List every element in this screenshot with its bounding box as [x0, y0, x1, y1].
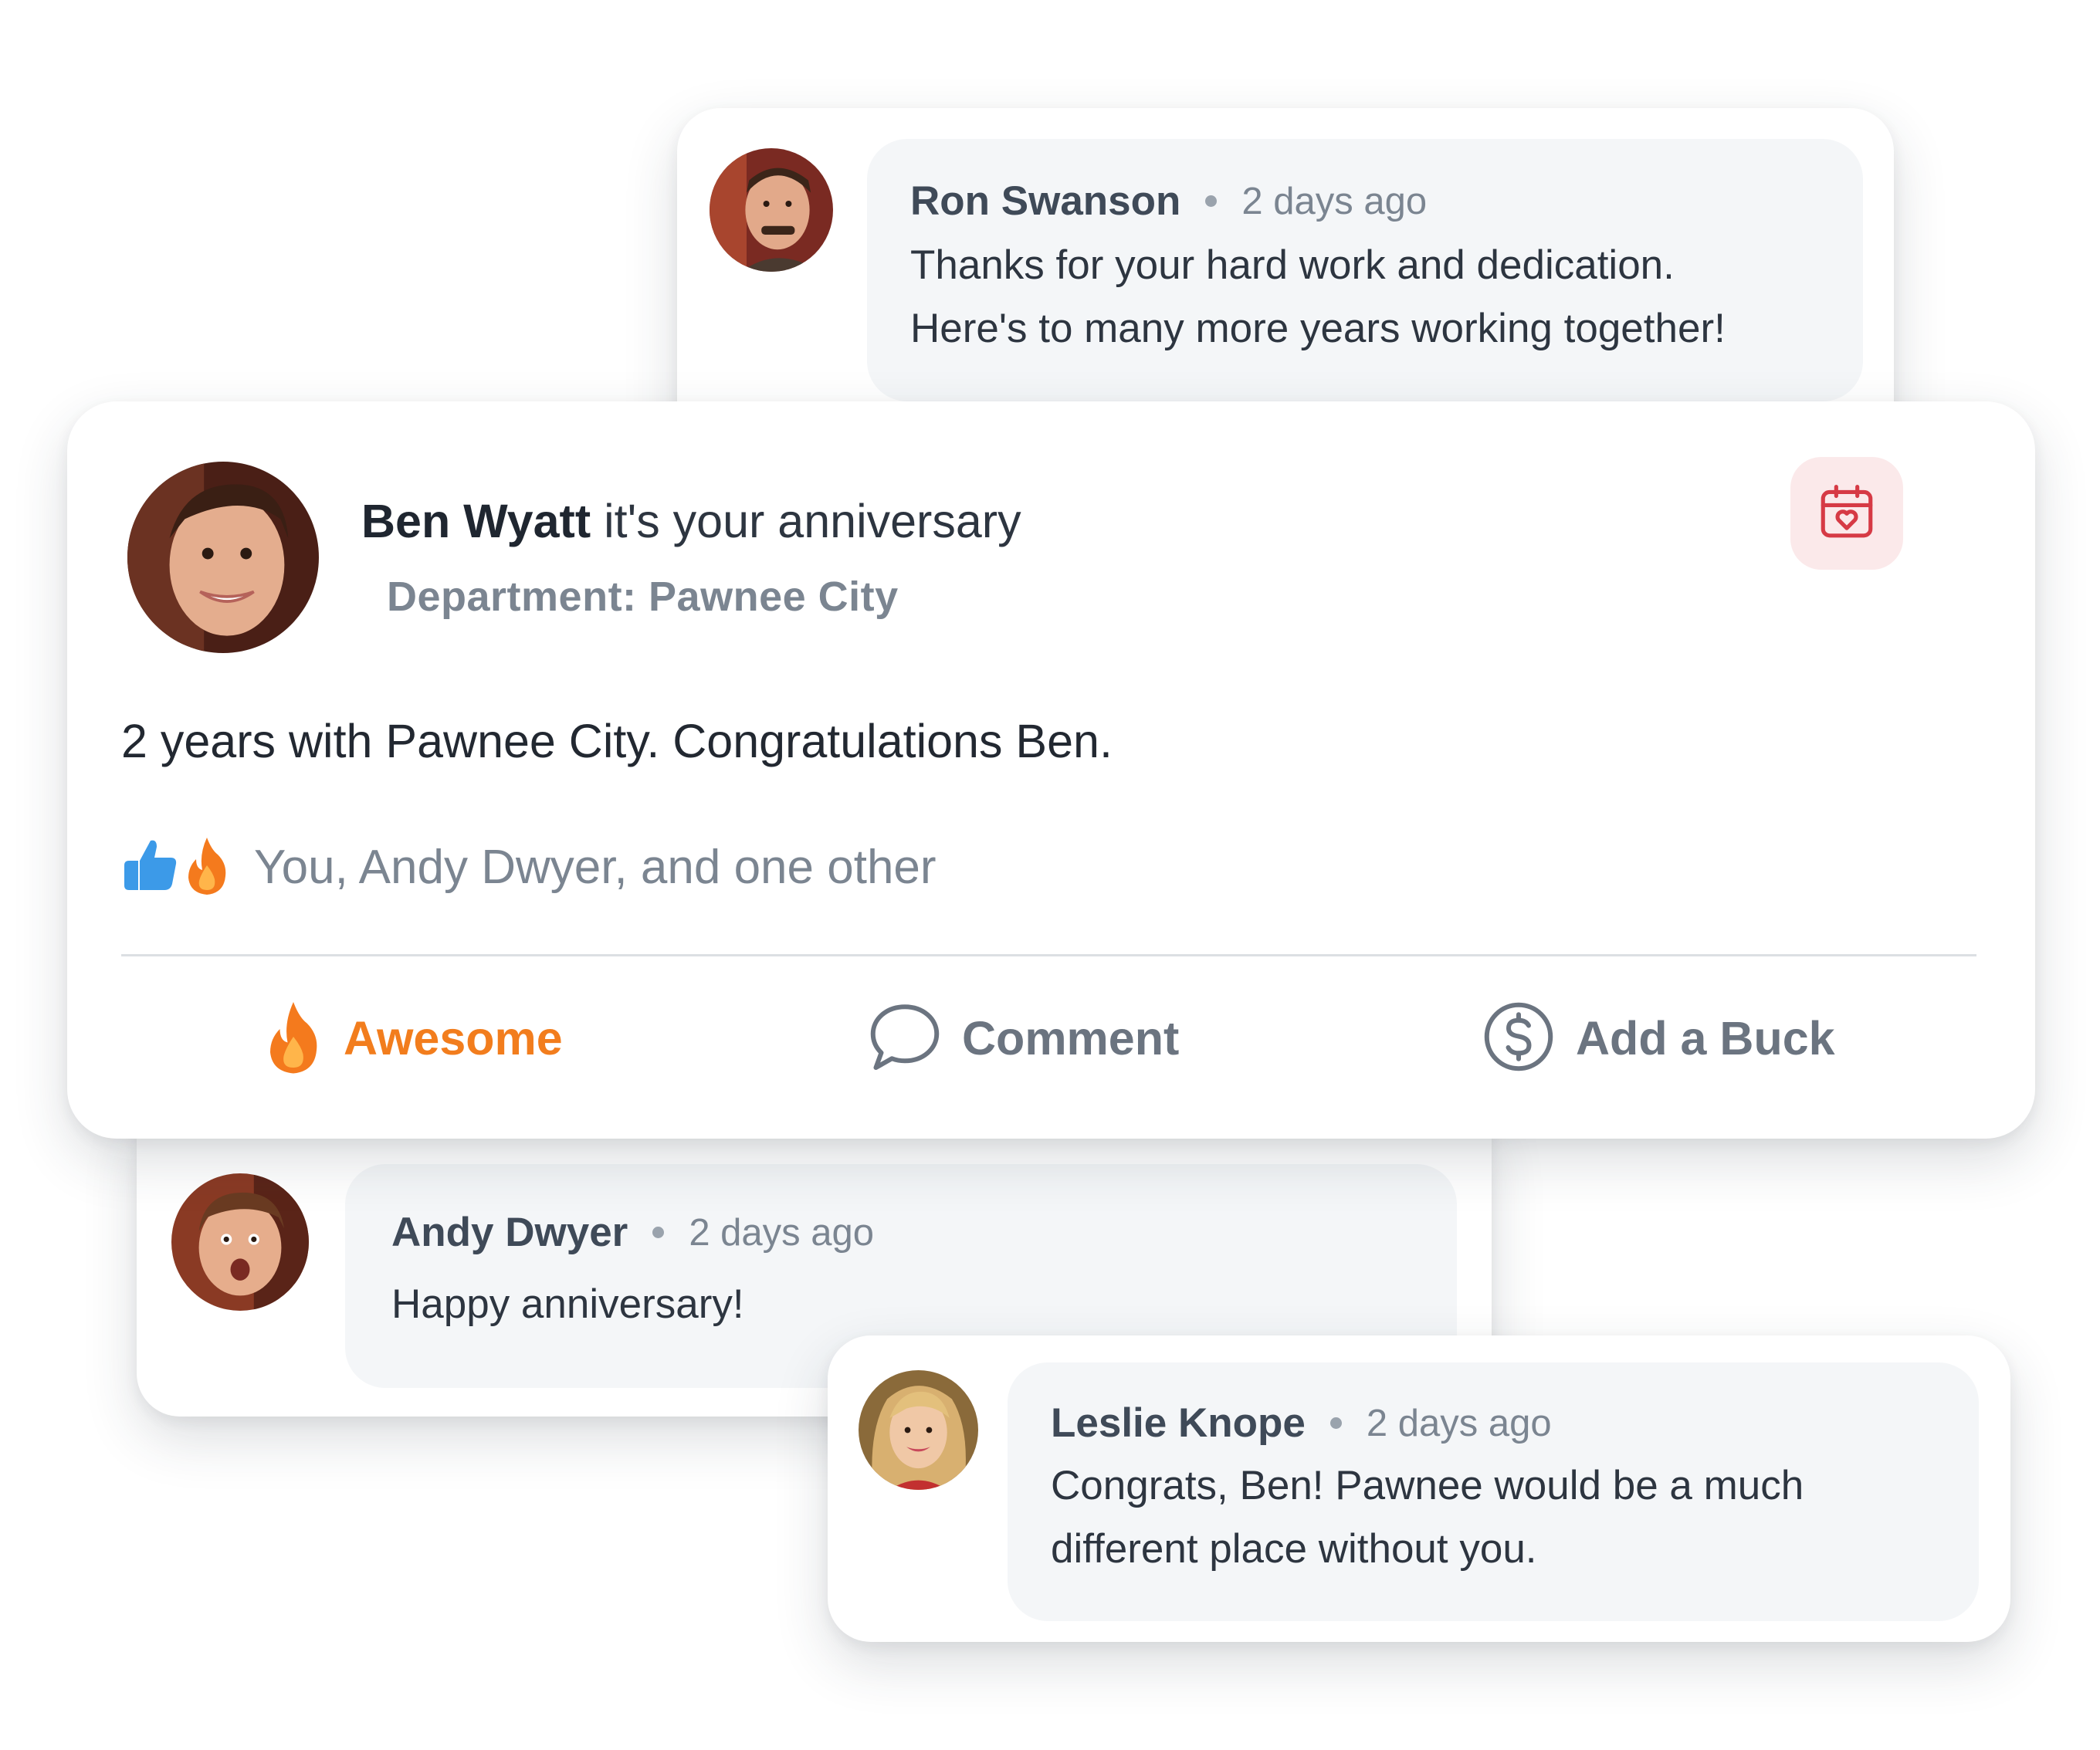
comment-line: Here's to many more years working togeth…: [910, 306, 1726, 351]
comment-text: Congrats, Ben! Pawnee would be a much di…: [1051, 1454, 1979, 1581]
comment-line: Happy anniversary!: [391, 1281, 744, 1327]
comment-button[interactable]: Comment: [866, 996, 1179, 1081]
comment-line: Congrats, Ben! Pawnee would be a much: [1051, 1463, 1804, 1508]
add-a-buck-label: Add a Buck: [1576, 1012, 1835, 1065]
fire-icon: [181, 834, 232, 900]
reactions-text: You, Andy Dwyer, and one other: [254, 840, 937, 894]
headline-text: it's your anniversary: [591, 495, 1021, 547]
comment-timestamp: 2 days ago: [1366, 1402, 1552, 1444]
comment-label: Comment: [962, 1012, 1180, 1065]
add-a-buck-button[interactable]: Add a Buck: [1480, 996, 1835, 1081]
awesome-button[interactable]: Awesome: [262, 996, 563, 1081]
comment-timestamp: 2 days ago: [689, 1211, 875, 1254]
fire-icon: [262, 998, 325, 1079]
post-headline: Ben Wyatt it's your anniversary: [361, 494, 1021, 548]
department-label: Department: Pawnee City: [387, 574, 899, 620]
post-body-text: 2 years with Pawnee City. Congratulation…: [121, 715, 1113, 767]
avatar[interactable]: [171, 1173, 309, 1311]
calendar-heart-icon: [1815, 480, 1878, 547]
comment-author[interactable]: Leslie Knope: [1051, 1400, 1306, 1447]
employee-name[interactable]: Ben Wyatt: [361, 495, 591, 547]
comment-bubble: Ron Swanson 2 days ago Thanks for your h…: [867, 139, 1863, 401]
comment-author[interactable]: Andy Dwyer: [391, 1209, 628, 1256]
comment-text: Happy anniversary!: [391, 1273, 1457, 1336]
calendar-heart-button[interactable]: [1790, 457, 1903, 570]
comment-card-leslie-knope: Leslie Knope 2 days ago Congrats, Ben! P…: [828, 1335, 2010, 1642]
comment-text: Thanks for your hard work and dedication…: [910, 234, 1863, 360]
comment-line: Thanks for your hard work and dedication…: [910, 242, 1675, 288]
comment-timestamp: 2 days ago: [1241, 180, 1428, 222]
comment-bubble: Leslie Knope 2 days ago Congrats, Ben! P…: [1008, 1362, 1979, 1621]
avatar[interactable]: [710, 148, 833, 272]
separator-dot: [1205, 195, 1218, 207]
reactions-summary[interactable]: You, Andy Dwyer, and one other: [120, 832, 937, 902]
divider: [121, 954, 1976, 956]
avatar[interactable]: [859, 1370, 978, 1490]
thumbs-up-icon: [120, 834, 181, 900]
comment-author[interactable]: Ron Swanson: [910, 178, 1180, 225]
separator-dot: [652, 1227, 665, 1238]
awesome-label: Awesome: [344, 1012, 563, 1065]
speech-bubble-icon: [866, 998, 943, 1079]
separator-dot: [1329, 1417, 1342, 1429]
comment-line: different place without you.: [1051, 1526, 1537, 1572]
avatar[interactable]: [127, 462, 319, 653]
dollar-coin-icon: [1480, 998, 1557, 1079]
anniversary-post-card: Ben Wyatt it's your anniversary Departme…: [67, 401, 2035, 1139]
